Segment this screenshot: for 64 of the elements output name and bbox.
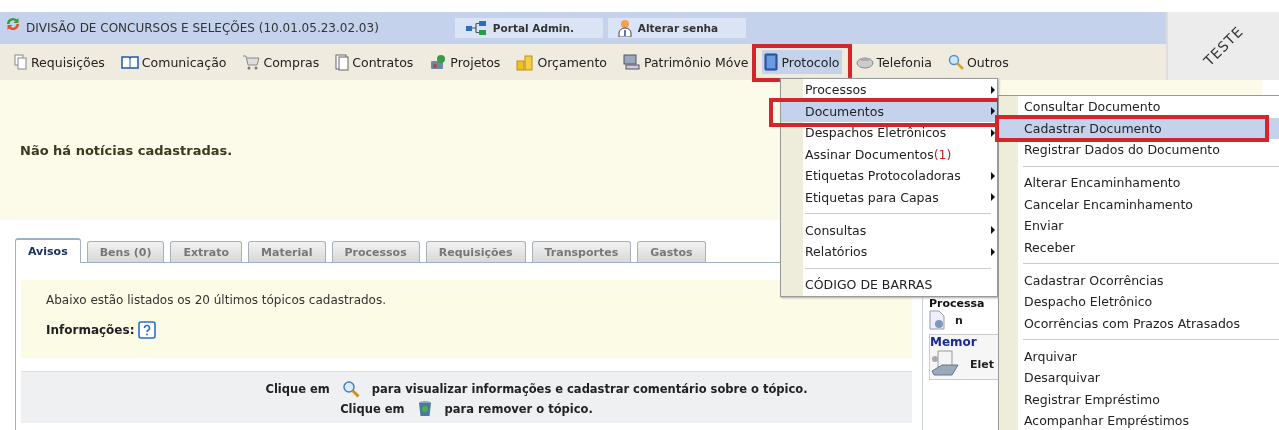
info-label: Informações:	[46, 323, 135, 337]
tab[interactable]: Material	[248, 241, 326, 262]
tab[interactable]: Transportes	[531, 241, 632, 262]
tab[interactable]: Avisos	[15, 238, 81, 263]
menu-item[interactable]: Registrar Dados do Documento	[999, 139, 1279, 161]
phone-icon	[855, 55, 874, 69]
notice-text: Abaixo estão listados os 20 últimos tópicos cadastrados.	[46, 293, 388, 307]
menu-item[interactable]: Telefonia	[853, 51, 934, 73]
tab[interactable]: Extrato	[170, 241, 242, 262]
refresh-icon	[4, 15, 22, 33]
menu-item[interactable]: Cadastrar Documento	[999, 117, 1279, 139]
menu-item[interactable]: Outros	[946, 51, 1011, 73]
document-icon	[929, 310, 945, 330]
pages-icon	[14, 54, 28, 70]
menu-item[interactable]: Protocolo	[762, 50, 842, 74]
menu-item[interactable]: Compras	[240, 51, 322, 73]
printer-icon	[930, 349, 960, 379]
hint-label: Clique em	[340, 402, 405, 416]
computer-icon	[622, 54, 641, 70]
tab[interactable]: Gastos	[637, 241, 706, 262]
tools-icon	[429, 54, 448, 70]
menu-item[interactable]: Receber	[999, 236, 1279, 258]
menu-item[interactable]: Alterar Encaminhamento	[999, 172, 1279, 194]
menu-item[interactable]: Documentos	[781, 100, 997, 122]
search-icon	[341, 380, 360, 398]
tab[interactable]: Requisições	[425, 241, 526, 262]
network-icon	[464, 21, 487, 35]
hint-label: Clique em	[265, 382, 330, 396]
header-link[interactable]: Portal Admin.	[454, 18, 603, 38]
menu-item[interactable]: Requisições	[12, 51, 107, 73]
coins-icon	[516, 53, 535, 71]
menu-item[interactable]: Acompanhar Empréstimos	[999, 410, 1279, 430]
shortcut-title: Memor	[930, 335, 978, 349]
binder-icon	[764, 53, 779, 71]
tab[interactable]: Bens (0)	[86, 241, 165, 262]
menu-item[interactable]: Consultar Documento	[999, 96, 1279, 118]
menu-item[interactable]: CÓDIGO DE BARRAS	[781, 274, 997, 296]
document-icon	[335, 53, 350, 71]
trash-icon	[416, 400, 433, 418]
shortcut-caption: n	[955, 313, 963, 327]
menu-item[interactable]: Registrar Empréstimo	[999, 388, 1279, 410]
menu-item[interactable]: Comunicação	[118, 51, 229, 73]
menu-item[interactable]: Assinar Documentos(1)	[781, 143, 997, 165]
tab[interactable]: Processos	[331, 241, 420, 262]
menu-item[interactable]: Orçamento	[514, 50, 609, 74]
menu-item[interactable]: Despachos Eletrônicos	[781, 122, 997, 144]
cart-icon	[242, 54, 261, 70]
search-icon	[948, 54, 964, 70]
header-link[interactable]: Alterar senha	[607, 18, 746, 38]
unit-title: DIVISÃO DE CONCURSOS E SELEÇÕES (10.01.05.23.02.03)	[26, 21, 379, 35]
menu-item[interactable]: Projetos	[427, 51, 503, 73]
hint-text: para remover o tópico.	[444, 402, 593, 416]
book-icon	[120, 55, 139, 69]
shortcut-title: Processa	[929, 297, 986, 310]
menu-item[interactable]: Cancelar Encaminhamento	[999, 193, 1279, 215]
menu-item[interactable]: Enviar	[999, 215, 1279, 237]
menu-item[interactable]: Patrimônio Móve	[620, 51, 751, 73]
help-icon[interactable]	[138, 321, 157, 339]
hint-text: para visualizar informações e cadastrar comentário sobre o tópico.	[371, 382, 808, 396]
user-icon	[617, 19, 632, 37]
menu-item[interactable]: Contratos	[333, 50, 416, 74]
shortcut-caption: Elet	[970, 357, 994, 371]
news-message: Não há notícias cadastradas.	[20, 142, 233, 158]
menu-item[interactable]: Cadastrar Ocorrências	[999, 269, 1279, 291]
